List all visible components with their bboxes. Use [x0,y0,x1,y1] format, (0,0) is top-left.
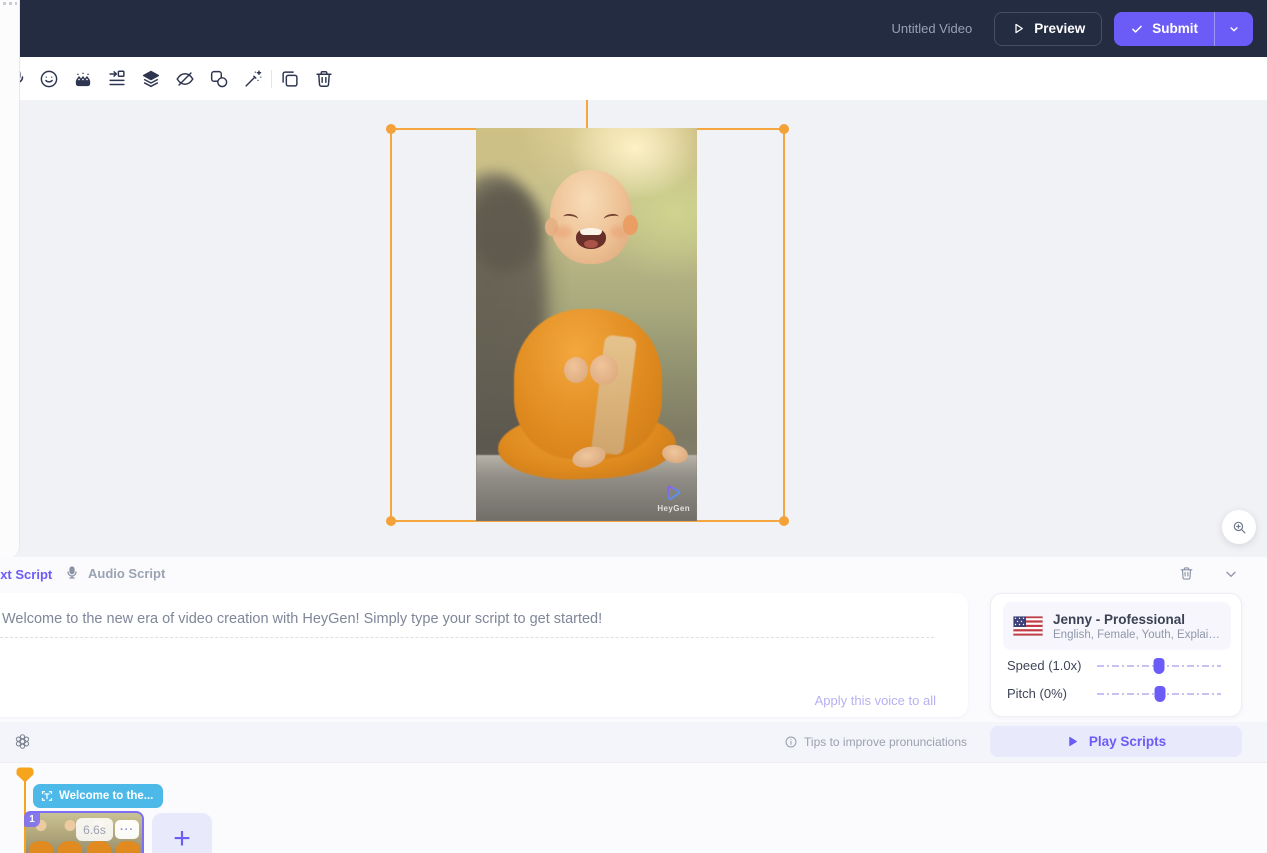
voice-attributes: English, Female, Youth, Explain... [1053,629,1221,641]
image-monk-hand-left [564,357,588,383]
image-monk-head [550,170,632,264]
layers-icon[interactable] [139,67,163,91]
delete-script-icon[interactable] [1178,565,1195,582]
image-monk-cheek-right [610,226,628,238]
us-flag-icon [1013,616,1043,636]
speed-label: Speed (1.0x) [1007,658,1097,673]
selection-handle-bottom-left[interactable] [386,516,396,526]
image-monk-hand-right [590,355,618,385]
speed-slider-thumb[interactable] [1154,658,1165,674]
pitch-slider-thumb[interactable] [1155,686,1166,702]
script-section: Text Script Audio Script Welcome to the … [0,557,1267,853]
play-filled-icon [1066,735,1079,748]
video-title[interactable]: Untitled Video [891,21,972,36]
left-sidebar-edge [0,0,20,557]
toolbar-divider [271,70,272,88]
submit-options-button[interactable] [1214,12,1253,46]
element-toolbar [0,57,1267,100]
timeline[interactable]: Welcome to the... 1 6.6s ··· + [0,762,1267,853]
preview-button[interactable]: Preview [994,12,1102,46]
script-actions [1178,565,1239,582]
play-outline-icon [1011,21,1026,36]
speed-slider-row: Speed (1.0x) [1007,658,1221,673]
zoom-in-icon [1231,519,1248,536]
selection-right-line [783,128,785,521]
pitch-label: Pitch (0%) [1007,686,1097,701]
image-monk-eye-right [604,213,620,223]
script-text-input[interactable]: Welcome to the new era of video creation… [2,609,938,630]
play-scripts-button[interactable]: Play Scripts [990,726,1242,757]
submit-label: Submit [1152,21,1198,36]
selection-handle-bottom-right[interactable] [779,516,789,526]
order-icon[interactable] [105,67,129,91]
canvas-zoom-button[interactable] [1222,510,1256,544]
chevron-down-icon [1227,22,1241,36]
sidebar-cut-marks [3,2,17,5]
top-navbar: Untitled Video Preview Submit [0,0,1267,57]
avatar-image[interactable]: HeyGen [476,128,697,521]
pitch-slider-row: Pitch (0%) [1007,686,1221,701]
rotation-handle-stem [586,100,588,128]
voice-selector[interactable]: Jenny - Professional English, Female, Yo… [1003,602,1231,650]
pronunciation-tips-link[interactable]: Tips to improve pronunciations [784,735,967,749]
selection-handle-top-right[interactable] [779,124,789,134]
heygen-video-editor: Untitled Video Preview Submit [0,0,1267,853]
hide-icon[interactable] [173,67,197,91]
submit-button[interactable]: Submit [1114,12,1214,46]
image-monk-tongue [584,240,598,248]
pitch-slider[interactable] [1097,687,1221,701]
gesture-icon[interactable] [71,67,95,91]
image-monk-cheek-left [554,226,572,238]
preview-label: Preview [1034,21,1085,36]
watermark-label: HeyGen [657,504,690,513]
selection-handle-top-left[interactable] [386,124,396,134]
scene-number-badge: 1 [24,811,40,827]
duplicate-icon[interactable] [278,67,302,91]
shapes-icon[interactable] [207,67,231,91]
tab-audio-script[interactable]: Audio Script [64,565,165,581]
script-tab-row: Text Script Audio Script [0,557,1267,592]
timeline-clip-label: Welcome to the... [59,790,153,802]
info-icon [784,735,798,749]
timeline-text-clip[interactable]: Welcome to the... [33,784,163,808]
emoji-icon[interactable] [37,67,61,91]
tips-label: Tips to improve pronunciations [804,735,967,749]
gpt-script-icon[interactable] [14,733,31,750]
image-monk-teeth [580,228,602,235]
text-clip-icon [41,790,53,802]
selection-left-line [390,128,392,521]
play-scripts-label: Play Scripts [1089,734,1166,749]
tab-audio-script-label: Audio Script [88,566,165,581]
delete-icon[interactable] [312,67,336,91]
image-monk-mouth [576,228,606,249]
script-line-separator [0,637,934,638]
add-scene-button[interactable]: + [152,813,212,853]
submit-button-group: Submit [1114,12,1253,46]
scene-more-button[interactable]: ··· [115,820,139,839]
microphone-icon [64,565,80,581]
scene-duration-badge: 6.6s [76,818,113,841]
script-editor-card: Welcome to the new era of video creation… [0,593,968,717]
video-canvas[interactable]: HeyGen [0,100,1267,557]
heygen-logo-icon [664,483,684,503]
voice-settings-card: Jenny - Professional English, Female, Yo… [990,593,1242,717]
speed-slider[interactable] [1097,659,1221,673]
collapse-panel-icon[interactable] [1223,566,1239,582]
image-monk-robe [514,309,662,459]
tab-text-script[interactable]: Text Script [0,567,52,582]
apply-voice-to-all-link[interactable]: Apply this voice to all [815,693,936,708]
check-icon [1130,22,1144,36]
image-monk-eye-left [563,213,579,223]
magic-wand-icon[interactable] [241,67,265,91]
heygen-watermark: HeyGen [657,483,690,513]
voice-name: Jenny - Professional [1053,612,1221,627]
